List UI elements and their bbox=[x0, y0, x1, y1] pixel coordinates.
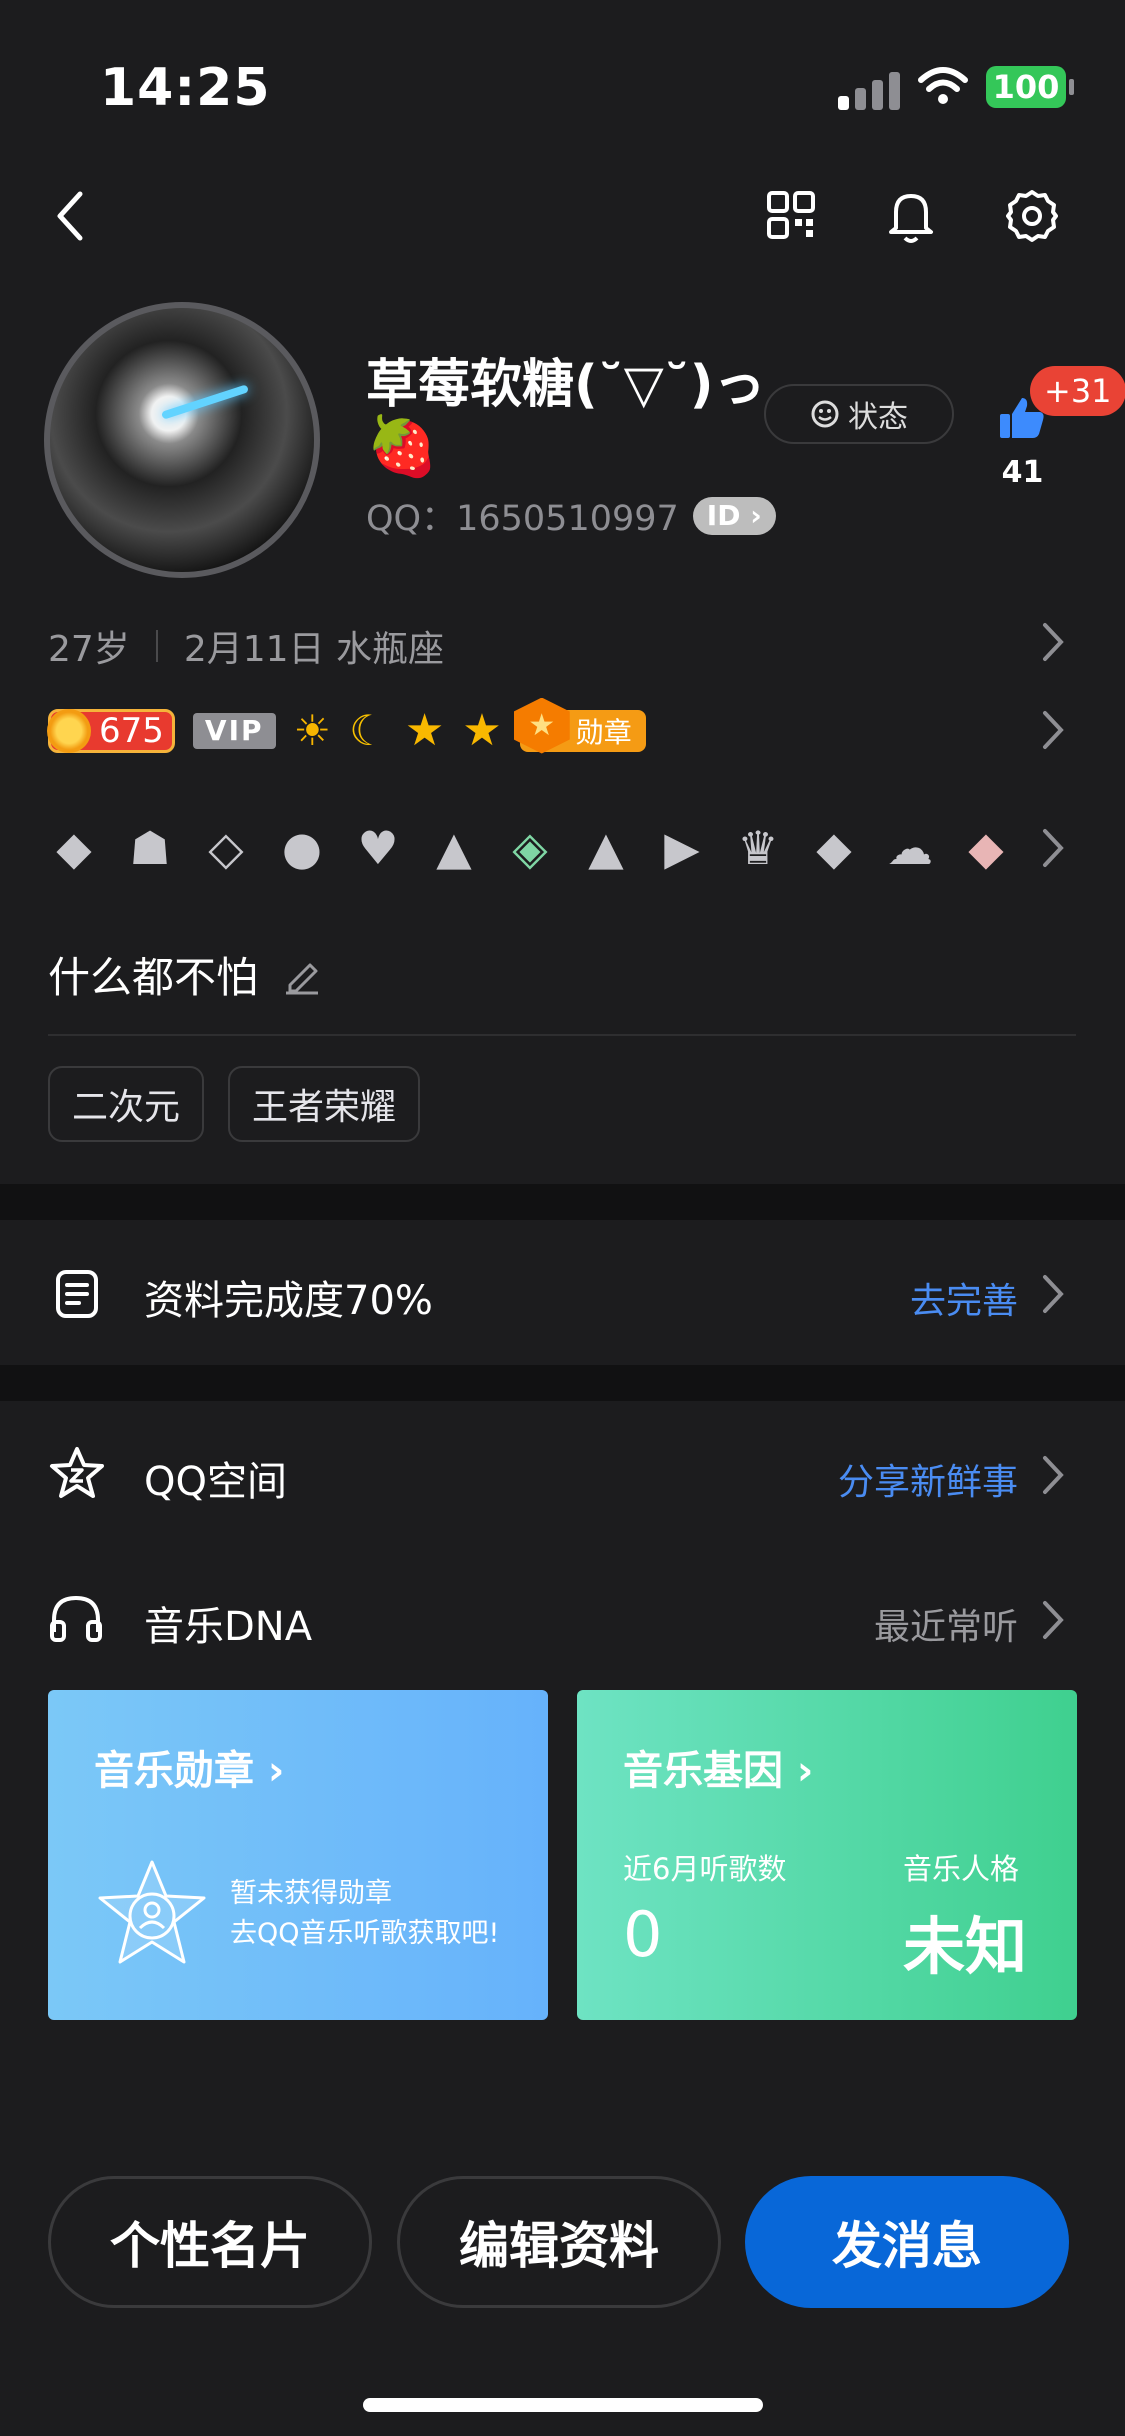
wifi-icon bbox=[918, 67, 968, 104]
cloud-icon: ☁ bbox=[887, 821, 933, 875]
send-message-button[interactable]: 发消息 bbox=[745, 2176, 1069, 2308]
nickname: 草莓软糖(˘▽˘)っ bbox=[366, 355, 766, 415]
chevron-right-icon[interactable] bbox=[1040, 1272, 1066, 1316]
headphones-icon bbox=[50, 1595, 102, 1642]
persona-value: 未知 bbox=[903, 1910, 1028, 1983]
chevron-right-icon[interactable] bbox=[1040, 826, 1066, 870]
gem-icon: ◈ bbox=[512, 821, 548, 875]
pink-diamond-icon: ◆ bbox=[968, 821, 1004, 875]
star-level-icon: ★ bbox=[462, 705, 502, 756]
status-button[interactable]: 状态 bbox=[764, 384, 954, 444]
battery-indicator: 100 bbox=[986, 66, 1074, 108]
status-label: 状态 bbox=[848, 400, 908, 435]
level-row[interactable]: 675 VIP ☀ ☾ ★ ★ ★ 勋章 bbox=[47, 697, 646, 756]
profile-completion-row[interactable]: 资料完成度70% 去完善 bbox=[0, 1220, 1125, 1365]
divider bbox=[48, 1034, 1076, 1036]
bell-icon[interactable] bbox=[886, 188, 936, 244]
qzone-star-icon bbox=[50, 1447, 104, 1498]
moon-level-icon: ☾ bbox=[349, 706, 387, 755]
medal-badge[interactable]: ★ 勋章 bbox=[513, 697, 646, 754]
star-badge-icon bbox=[98, 1860, 206, 1964]
qr-code-icon[interactable] bbox=[766, 190, 816, 240]
basic-info-row[interactable]: 27岁 2月11日 水瓶座 bbox=[48, 620, 444, 672]
interest-tag[interactable]: 二次元 bbox=[48, 1066, 205, 1142]
interest-tag[interactable]: 王者荣耀 bbox=[228, 1066, 421, 1142]
chevron-right-icon[interactable] bbox=[1040, 1453, 1066, 1497]
edit-pencil-icon[interactable] bbox=[282, 955, 322, 995]
get-badge-hint: 去QQ音乐听歌获取吧! bbox=[230, 1918, 500, 1949]
age: 27岁 bbox=[48, 629, 130, 670]
sun-icon bbox=[47, 708, 91, 753]
chevron-right-icon[interactable] bbox=[1040, 708, 1066, 752]
plays-label: 近6月听歌数 bbox=[623, 1852, 787, 1886]
id-badge[interactable]: ID › bbox=[692, 496, 776, 535]
plays-value: 0 bbox=[623, 1898, 663, 1971]
chevron-right-icon[interactable] bbox=[1040, 620, 1066, 664]
medal-star-icon: ★ bbox=[513, 697, 570, 754]
qq-number-line: QQ：1650510997 ID › bbox=[366, 490, 776, 541]
profile-card-button[interactable]: 个性名片 bbox=[48, 2176, 372, 2308]
edit-profile-button[interactable]: 编辑资料 bbox=[397, 2176, 721, 2308]
home-indicator[interactable] bbox=[363, 2398, 763, 2412]
music-dna-label: 音乐DNA bbox=[144, 1604, 313, 1650]
penguin-hat-icon: ☗ bbox=[129, 821, 171, 875]
vip-badge: VIP bbox=[192, 712, 276, 749]
settings-gear-icon[interactable] bbox=[1004, 188, 1060, 244]
chevron-right-icon[interactable] bbox=[1040, 1598, 1066, 1642]
smiley-icon bbox=[811, 400, 839, 428]
cellular-signal-icon bbox=[838, 70, 900, 110]
mountain-icon: ▲ bbox=[588, 821, 624, 875]
document-icon bbox=[56, 1270, 98, 1318]
bomb-icon: ● bbox=[281, 821, 323, 875]
diamond-icon: ◇ bbox=[208, 821, 244, 875]
like-count: 41 bbox=[1001, 455, 1044, 490]
recently-played-link[interactable]: 最近常听 bbox=[874, 1598, 1018, 1650]
section-separator bbox=[0, 1365, 1125, 1401]
back-icon[interactable] bbox=[50, 186, 90, 246]
music-badge-title: 音乐勋章 › bbox=[94, 1748, 285, 1794]
birthday: 2月11日 水瓶座 bbox=[183, 629, 444, 670]
music-gene-card[interactable]: 音乐基因 › 近6月听歌数 0 音乐人格 未知 bbox=[577, 1690, 1077, 2020]
music-gene-title: 音乐基因 › bbox=[623, 1748, 814, 1794]
divider bbox=[155, 630, 158, 662]
qq-number: 1650510997 bbox=[456, 499, 679, 539]
qzone-label: QQ空间 bbox=[144, 1459, 287, 1505]
hill-icon: ▲ bbox=[436, 821, 472, 875]
diamond-icon: ◆ bbox=[816, 821, 852, 875]
level-badge: 675 bbox=[47, 708, 175, 753]
crystal-icon: ◆ bbox=[56, 821, 92, 875]
music-dna-row[interactable]: 音乐DNA 最近常听 bbox=[0, 1546, 1125, 1686]
sun-level-icon: ☀ bbox=[293, 706, 332, 755]
qq-label: QQ： bbox=[366, 499, 457, 539]
complete-profile-link[interactable]: 去完善 bbox=[910, 1272, 1018, 1324]
play-icon: ▶ bbox=[664, 821, 700, 875]
no-badge-text: 暂未获得勋章 bbox=[230, 1878, 392, 1909]
section-separator bbox=[0, 1184, 1125, 1220]
crown-penguin-icon: ♛ bbox=[737, 821, 779, 875]
music-badge-card[interactable]: 音乐勋章 › 暂未获得勋章 去QQ音乐听歌获取吧! bbox=[48, 1690, 548, 2020]
like-increase-badge: +31 bbox=[1030, 366, 1125, 416]
star-level-icon: ★ bbox=[404, 705, 445, 756]
strawberry-emoji: 🍓 bbox=[366, 412, 439, 480]
completion-label: 资料完成度70% bbox=[144, 1278, 433, 1324]
qzone-row[interactable]: QQ空间 分享新鲜事 bbox=[0, 1401, 1125, 1546]
signature-row[interactable]: 什么都不怕 bbox=[48, 944, 322, 1005]
achievement-icons-row[interactable]: ◆ ☗ ◇ ● ♥ ▲ ◈ ▲ ▶ ♛ ◆ ☁ ◆ bbox=[44, 818, 1016, 878]
persona-label: 音乐人格 bbox=[903, 1852, 1020, 1886]
status-time: 14:25 bbox=[100, 58, 271, 118]
avatar[interactable] bbox=[44, 302, 320, 578]
heart-icon: ♥ bbox=[357, 821, 399, 875]
signature-text: 什么都不怕 bbox=[48, 953, 259, 1002]
share-news-link[interactable]: 分享新鲜事 bbox=[838, 1453, 1018, 1505]
